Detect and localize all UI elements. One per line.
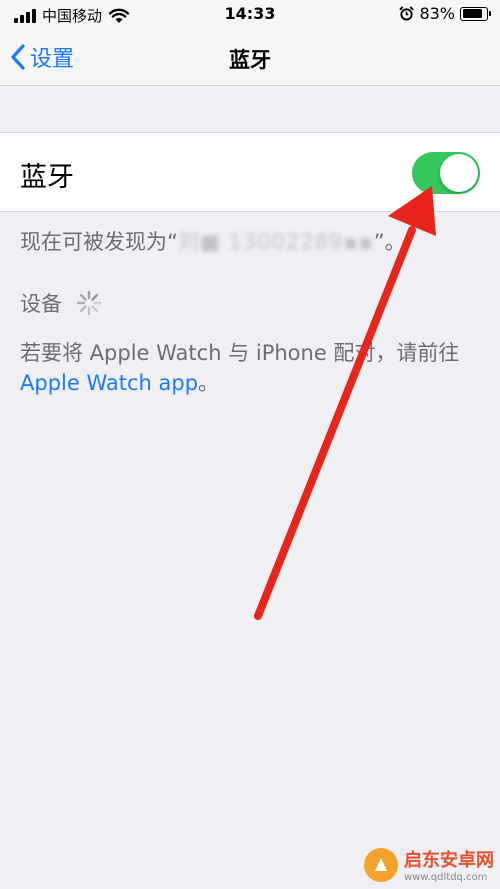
navigation-bar: 设置 蓝牙 [0,30,500,86]
watermark-title: 启东安卓网 [404,850,494,871]
watermark-logo-icon [364,847,398,882]
discoverable-suffix: ”。 [373,230,406,254]
watch-hint-text: 若要将 Apple Watch 与 iPhone 配对，请前往 [20,341,460,365]
bluetooth-cell: 蓝牙 [0,132,500,212]
battery-percent: 83% [419,4,455,23]
alarm-icon [399,6,415,21]
battery-icon [460,6,491,21]
watermark-url: www.qdltdq.com [404,872,488,883]
loading-spinner-icon [76,290,102,316]
discoverable-text: 现在可被发现为“刘■ 13002289▪▪”。 [20,226,406,256]
apple-watch-hint: 若要将 Apple Watch 与 iPhone 配对，请前往 Apple Wa… [20,338,480,398]
toggle-knob [440,154,478,192]
discoverable-prefix: 现在可被发现为“ [20,230,178,254]
device-name: 刘■ 13002289▪▪ [177,230,374,254]
status-bar: 中国移动 14:33 83% [0,0,500,30]
devices-header: 设备 [20,288,102,318]
status-right: 83% [399,4,491,23]
bluetooth-label: 蓝牙 [20,162,74,193]
watch-hint-end: 。 [198,371,220,395]
bluetooth-toggle[interactable] [412,152,480,194]
watermark: 启东安卓网 www.qdltdq.com [364,846,494,883]
devices-label: 设备 [20,292,62,316]
apple-watch-app-link[interactable]: Apple Watch app [20,371,198,395]
page-title: 蓝牙 [229,48,271,72]
